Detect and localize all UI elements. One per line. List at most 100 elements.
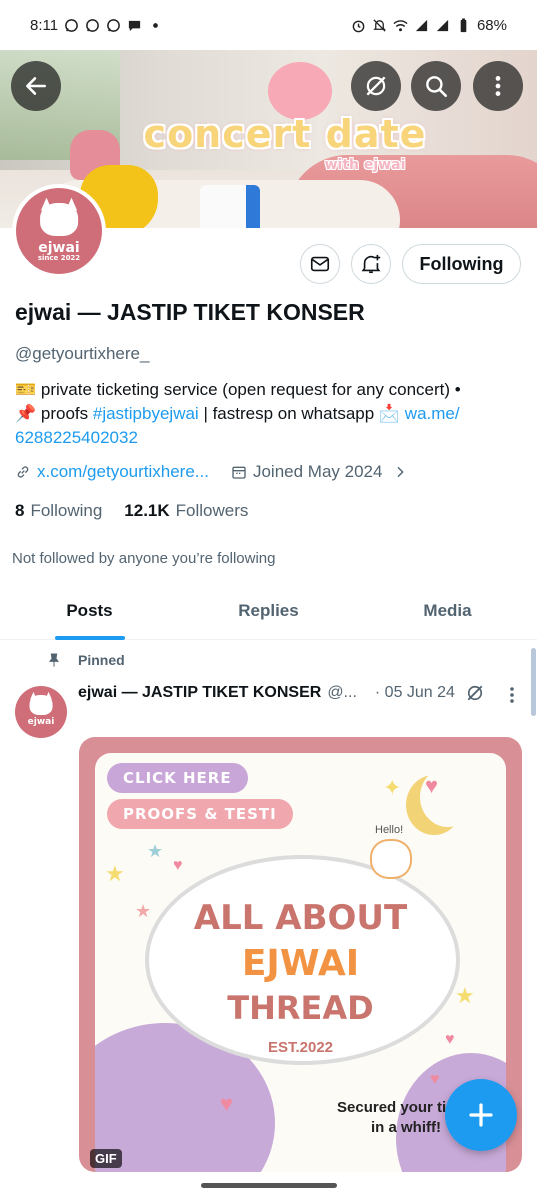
bio-line-2: 📌 proofs #jastipbyejwai | fastresp on wh… [15, 402, 520, 426]
pinned-label: Pinned [78, 652, 125, 668]
profile-meta: x.com/getyourtixhere... Joined May 2024 [15, 462, 414, 482]
profile-name: ejwai — JASTIP TIKET KONSER [15, 299, 365, 325]
avatar-image: ejwai since 2022 [16, 188, 102, 274]
battery-icon [460, 17, 467, 32]
bio-line-1: 🎫 private ticketing service (open reques… [15, 380, 461, 399]
heart-icon: ♥ [220, 1091, 234, 1116]
post-author-name[interactable]: ejwai — JASTIP TIKET KONSER [78, 684, 321, 702]
wifi-icon [393, 19, 408, 31]
signal-icon [436, 19, 449, 31]
search-button[interactable] [411, 61, 461, 111]
more-vertical-icon [495, 76, 501, 96]
grok-icon[interactable] [465, 683, 485, 703]
plus-icon [469, 1103, 493, 1127]
media-headline-3: THREAD [227, 989, 374, 1027]
media-headline-1: ALL ABOUT [193, 898, 408, 938]
more-options-button[interactable] [473, 61, 523, 111]
post-author-avatar[interactable]: ejwai [15, 686, 67, 738]
avatar-image: ejwai [15, 686, 67, 738]
post-more-icon[interactable] [503, 685, 521, 705]
following-label: Following [30, 501, 103, 520]
arrow-left-icon [26, 77, 46, 95]
followers-label: Followers [175, 501, 249, 520]
compose-post-button[interactable] [445, 1079, 517, 1151]
dot-icon [153, 22, 158, 28]
proofs-testi-pill: PROOFS & TESTI [107, 799, 293, 829]
banner-subtitle: with ejwai [324, 157, 406, 173]
notifications-button[interactable] [351, 244, 391, 284]
post-date[interactable]: · 05 Jun 24 [375, 684, 455, 702]
system-navigation-bar [0, 1172, 537, 1200]
chevron-right-icon[interactable] [392, 464, 408, 480]
tagline-line-2: in a whiff! [371, 1119, 441, 1136]
following-count-link[interactable]: 8 Following [15, 501, 102, 521]
joined-date: Joined May 2024 [252, 462, 383, 481]
scrollbar-thumb[interactable] [531, 648, 536, 716]
mute-icon [373, 18, 386, 32]
media-est-text: EST.2022 [267, 1039, 334, 1056]
tab-posts[interactable]: Posts [0, 587, 179, 640]
heart-icon: ♥ [173, 857, 183, 874]
avatar-label: ejwai [27, 717, 55, 728]
hashtag-link[interactable]: #jastipbyejwai [93, 404, 199, 423]
follow-counts: 8 Following 12.1K Followers [15, 501, 248, 521]
envelope-icon [310, 256, 330, 272]
following-button[interactable]: Following [402, 244, 521, 284]
star-icon: ★ [147, 841, 164, 861]
pinned-indicator: Pinned [46, 652, 125, 668]
bio-text: 📌 proofs [15, 404, 93, 423]
post-author-handle[interactable]: @... [327, 684, 357, 702]
bio-line-3: 6288225402032 [15, 426, 520, 450]
battery-level: 68% [476, 16, 507, 34]
tagline-line-1: Secured your ti [337, 1099, 447, 1116]
heart-icon: ♥ [425, 773, 439, 798]
profile-handle: @getyourtixhere_ [15, 344, 150, 363]
whatsapp-link[interactable]: wa.me/ [405, 404, 460, 423]
post-header: ejwai — JASTIP TIKET KONSER @... · 05 Ju… [78, 683, 485, 703]
message-button[interactable] [300, 244, 340, 284]
cat-icon [29, 695, 53, 716]
search-icon [426, 76, 448, 98]
whatsapp-icon [107, 18, 120, 32]
heart-icon: ♥ [430, 1071, 440, 1088]
home-gesture-handle[interactable] [201, 1183, 337, 1188]
tab-replies[interactable]: Replies [179, 587, 358, 639]
alarm-icon [352, 20, 365, 32]
chat-bubble-icon [128, 20, 141, 31]
cat-icon [40, 203, 78, 237]
profile-tabs: Posts Replies Media [0, 587, 537, 640]
followers-count: 12.1K [124, 501, 170, 520]
link-icon [17, 466, 29, 478]
clock: 8:11 [30, 16, 59, 34]
back-button[interactable] [11, 61, 61, 111]
bio-text: | fastresp on whatsapp 📩 [198, 404, 405, 423]
following-count: 8 [15, 501, 25, 520]
website-link[interactable]: x.com/getyourtixhere... [37, 462, 209, 482]
whatsapp-icon [86, 18, 99, 32]
banner-title: concert date [143, 112, 427, 156]
profile-avatar[interactable]: ejwai since 2022 [12, 184, 106, 278]
gif-badge: GIF [90, 1149, 122, 1168]
hello-text: Hello! [375, 824, 404, 836]
grok-button[interactable] [351, 61, 401, 111]
whatsapp-link-number[interactable]: 6288225402032 [15, 428, 138, 447]
media-headline-2: EJWAI [241, 943, 360, 984]
followers-count-link[interactable]: 12.1K Followers [124, 501, 248, 521]
click-here-pill: CLICK HERE [107, 763, 248, 793]
sparkle-icon: ✦ [383, 775, 402, 800]
calendar-icon [232, 466, 246, 479]
star-icon: ★ [105, 861, 125, 886]
banner-cup [200, 185, 260, 228]
avatar-sublabel: since 2022 [37, 254, 81, 263]
media-tagline: Secured your ti in a whiff! [337, 1098, 446, 1138]
tab-media[interactable]: Media [358, 587, 537, 639]
signal-icon [415, 19, 428, 31]
grok-icon [366, 76, 386, 96]
whatsapp-icon [65, 18, 78, 32]
status-bar: 8:11 68% [0, 0, 537, 50]
profile-bio: 🎫 private ticketing service (open reques… [15, 378, 520, 450]
bell-plus-icon [361, 254, 381, 274]
avatar-label: ejwai [38, 239, 80, 256]
mutual-followers-note: Not followed by anyone you’re following [12, 550, 276, 567]
pin-icon [49, 653, 59, 667]
